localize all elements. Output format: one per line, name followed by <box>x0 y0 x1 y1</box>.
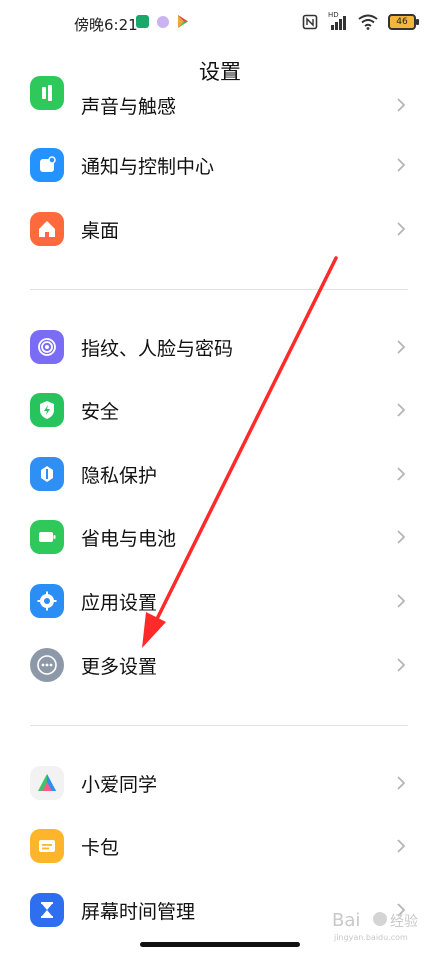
notification-icon <box>30 148 64 182</box>
xiaoai-icon <box>30 766 64 800</box>
status-time: 傍晚6:21 <box>74 16 138 34</box>
svg-text:jingyan.baidu.com: jingyan.baidu.com <box>333 933 408 942</box>
battery-indicator: 46 <box>388 14 419 30</box>
status-system-icons: HD 46 <box>302 11 419 30</box>
shield-app-icon <box>136 15 149 28</box>
settings-item-label: 安全 <box>81 401 120 423</box>
home-indicator[interactable] <box>140 942 300 947</box>
section-divider <box>30 725 408 726</box>
flower-app-icon <box>157 15 169 28</box>
status-bar: 傍晚6:21 HD 46 <box>0 0 440 48</box>
more-icon <box>30 648 64 682</box>
chevron-right-icon <box>397 839 406 853</box>
play-store-icon <box>178 15 188 28</box>
fingerprint-icon <box>30 330 64 364</box>
settings-item-label: 更多设置 <box>81 656 158 678</box>
section-divider <box>30 289 408 290</box>
baidu-watermark: Bai 经验 jingyan.baidu.com <box>332 910 418 942</box>
settings-item-fingerprint[interactable]: 指纹、人脸与密码 <box>0 318 440 378</box>
gear-icon <box>30 584 64 618</box>
chevron-right-icon <box>397 98 406 112</box>
settings-item-sound[interactable]: 声音与触感 <box>0 76 440 124</box>
settings-item-label: 桌面 <box>81 220 120 242</box>
settings-item-label: 卡包 <box>81 837 120 859</box>
home-icon <box>30 212 64 246</box>
sound-icon <box>30 76 64 110</box>
settings-item-wallet[interactable]: 卡包 <box>0 817 440 877</box>
chevron-right-icon <box>397 222 406 236</box>
wallet-icon <box>30 829 64 863</box>
settings-item-label: 通知与控制中心 <box>81 156 215 178</box>
settings-item-label: 省电与电池 <box>81 528 177 550</box>
chevron-right-icon <box>397 776 406 790</box>
chevron-right-icon <box>397 530 406 544</box>
shield-icon <box>30 393 64 427</box>
signal-icon: HD <box>328 11 348 30</box>
settings-item-privacy[interactable]: 隐私保护 <box>0 445 440 505</box>
settings-item-label: 声音与触感 <box>81 96 177 118</box>
wifi-icon <box>358 14 378 30</box>
status-app-icons <box>136 15 189 28</box>
settings-item-apps[interactable]: 应用设置 <box>0 572 440 632</box>
privacy-icon <box>30 457 64 491</box>
settings-item-notification[interactable]: 通知与控制中心 <box>0 136 440 196</box>
chevron-right-icon <box>397 158 406 172</box>
settings-item-label: 应用设置 <box>81 592 158 614</box>
settings-item-battery[interactable]: 省电与电池 <box>0 508 440 568</box>
chevron-right-icon <box>397 594 406 608</box>
battery-icon <box>30 520 64 554</box>
svg-text:经验: 经验 <box>390 914 418 930</box>
settings-item-xiaoai[interactable]: 小爱同学 <box>0 754 440 814</box>
svg-text:Bai: Bai <box>332 910 360 931</box>
settings-item-label: 屏幕时间管理 <box>81 901 196 923</box>
settings-item-label: 指纹、人脸与密码 <box>81 338 234 360</box>
chevron-right-icon <box>397 340 406 354</box>
chevron-right-icon <box>397 467 406 481</box>
settings-item-security[interactable]: 安全 <box>0 381 440 441</box>
nfc-icon <box>302 14 318 30</box>
settings-item-desktop[interactable]: 桌面 <box>0 200 440 260</box>
settings-item-label: 隐私保护 <box>81 465 158 487</box>
hourglass-icon <box>30 893 64 927</box>
chevron-right-icon <box>397 403 406 417</box>
chevron-right-icon <box>397 658 406 672</box>
settings-item-more[interactable]: 更多设置 <box>0 636 440 696</box>
settings-item-label: 小爱同学 <box>81 774 158 796</box>
